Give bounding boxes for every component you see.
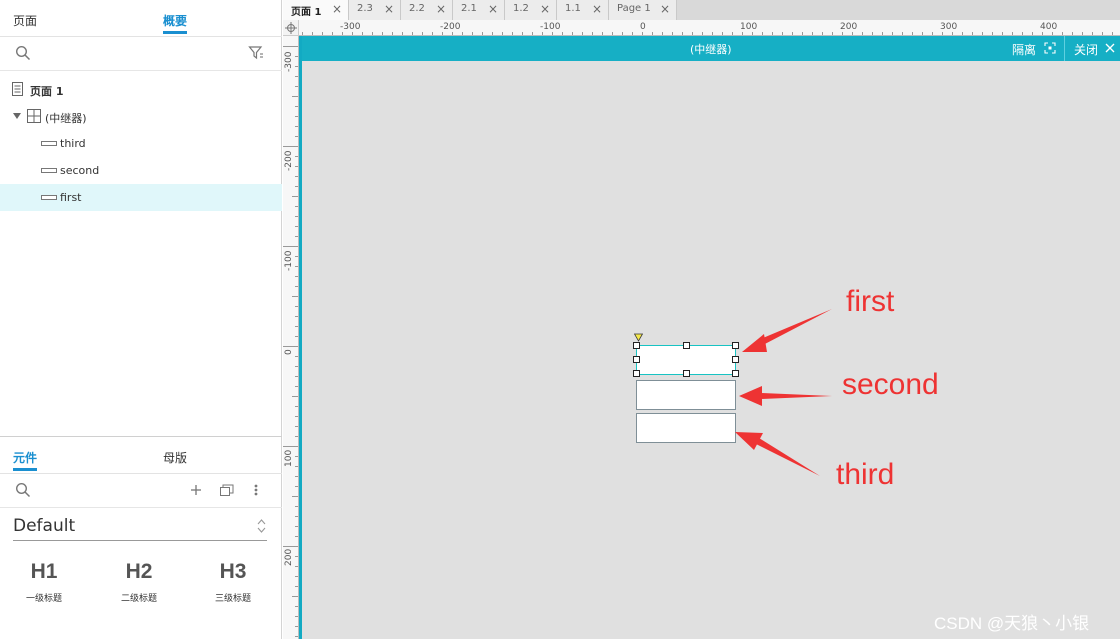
more-vertical-icon[interactable]: [254, 483, 258, 497]
tab-pages[interactable]: 页面: [13, 12, 37, 29]
outline-search-row: [0, 37, 282, 71]
doc-tab-1-1[interactable]: 1.1 ×: [557, 0, 609, 20]
ruler-label: 100: [284, 449, 294, 467]
ruler-label: -200: [284, 150, 294, 171]
repeater-icon: [27, 109, 41, 123]
outline-item-first[interactable]: first: [0, 184, 282, 211]
widget-h2[interactable]: H2 二级标题: [104, 560, 174, 604]
ruler-label: 300: [940, 22, 958, 32]
ruler-label: 0: [284, 349, 294, 355]
chevron-updown-icon: [257, 519, 266, 533]
ruler-ticks: [302, 32, 1113, 35]
widget-h1-title: H1: [30, 560, 58, 583]
close-icon[interactable]: ×: [488, 2, 498, 16]
doc-tab-label: 2.2: [409, 3, 425, 14]
outline-item-label: 页面 1: [30, 85, 64, 98]
ruler-label: -300: [284, 51, 294, 72]
ruler-label: -300: [340, 22, 361, 32]
library-toolbar: [0, 474, 282, 508]
textbox-icon: [41, 141, 57, 146]
widget-h1[interactable]: H1 一级标题: [9, 560, 79, 604]
ruler-label: -100: [540, 22, 561, 32]
library-manage-icon[interactable]: [220, 484, 234, 496]
widget-h3[interactable]: H3 三级标题: [198, 560, 268, 604]
vertical-ruler: -300 -200 -100 0 100 200: [283, 36, 299, 639]
doc-tab-2-1[interactable]: 2.1 ×: [453, 0, 505, 20]
outline-item-repeater[interactable]: (中继器): [0, 103, 282, 130]
ruler-label: 100: [740, 22, 758, 32]
doc-tab-page-1[interactable]: Page 1 ×: [609, 0, 677, 20]
crosshair-icon: [285, 22, 297, 34]
tab-outline[interactable]: 概要: [163, 12, 188, 34]
outline-item-second[interactable]: second: [0, 157, 282, 184]
annotation-third: third: [836, 458, 895, 491]
plus-icon[interactable]: [190, 484, 202, 496]
library-select[interactable]: Default: [13, 512, 267, 541]
filter-icon[interactable]: [248, 45, 264, 61]
doc-tab-label: 2.3: [357, 3, 373, 14]
close-icon[interactable]: ×: [592, 2, 602, 16]
library-select-value: Default: [13, 516, 76, 536]
doc-tab-2-2[interactable]: 2.2 ×: [401, 0, 453, 20]
outline-item-label: second: [60, 164, 100, 177]
doc-tab-label: 2.1: [461, 3, 477, 14]
left-panel: 页面 概要 页面 1 (中继器) third second first 元件 母…: [0, 0, 282, 639]
textbox-icon: [41, 195, 57, 200]
doc-tab-label: 1.1: [565, 3, 581, 14]
doc-tab-1-2[interactable]: 1.2 ×: [505, 0, 557, 20]
pages-outline-tabbar: 页面 概要: [0, 0, 282, 37]
document-tabs: 页面 1 × 2.3 × 2.2 × 2.1 × 1.2 × 1.1 × Pag…: [283, 0, 1120, 20]
close-icon[interactable]: ×: [384, 2, 394, 16]
outline-item-label: third: [60, 137, 86, 150]
tab-masters[interactable]: 母版: [163, 449, 187, 466]
ruler-corner[interactable]: [283, 20, 299, 36]
design-canvas[interactable]: (中继器) 隔离 关闭 first second third: [299, 36, 1120, 639]
outline-item-label: first: [60, 191, 82, 204]
close-icon[interactable]: ×: [436, 2, 446, 16]
doc-tab-label: 1.2: [513, 3, 529, 14]
tab-widgets[interactable]: 元件: [13, 449, 38, 471]
widget-h2-title: H2: [125, 560, 153, 583]
search-icon[interactable]: [15, 45, 31, 61]
ruler-label: -200: [440, 22, 461, 32]
annotation-second: second: [842, 368, 939, 401]
textbox-icon: [41, 168, 57, 173]
close-icon[interactable]: ×: [660, 2, 670, 16]
library-tabbar: 元件 母版: [0, 437, 282, 474]
page-icon: [12, 82, 23, 96]
watermark: CSDN @天狼丶小银: [934, 614, 1090, 633]
doc-tab-label: Page 1: [617, 3, 651, 14]
ruler-label: 0: [640, 22, 646, 32]
ruler-label: 200: [840, 22, 858, 32]
close-icon[interactable]: ×: [540, 2, 550, 16]
doc-tab-label: 页面 1: [291, 7, 322, 18]
ruler-label: 200: [284, 548, 294, 566]
widget-h3-caption: 三级标题: [214, 594, 251, 604]
outline-item-third[interactable]: third: [0, 130, 282, 157]
widget-h2-caption: 二级标题: [120, 594, 157, 604]
ruler-label: 400: [1040, 22, 1058, 32]
annotation-arrows: [735, 309, 832, 476]
doc-tab-2-3[interactable]: 2.3 ×: [349, 0, 401, 20]
close-icon[interactable]: ×: [332, 2, 342, 16]
doc-tab-page1[interactable]: 页面 1 ×: [283, 0, 349, 20]
horizontal-ruler: -300 -200 -100 0 100 200 300 400: [299, 20, 1120, 36]
caret-down-icon[interactable]: [13, 113, 21, 120]
outline-item-page[interactable]: 页面 1: [0, 76, 282, 103]
outline-item-label: (中继器): [45, 112, 87, 125]
app-window: 页面 概要 页面 1 (中继器) third second first 元件 母…: [0, 0, 1120, 639]
widget-h1-caption: 一级标题: [25, 594, 62, 604]
search-icon[interactable]: [15, 482, 31, 498]
annotation-first: first: [846, 285, 895, 318]
widget-h3-title: H3: [219, 560, 247, 583]
ruler-label: -100: [284, 250, 294, 271]
